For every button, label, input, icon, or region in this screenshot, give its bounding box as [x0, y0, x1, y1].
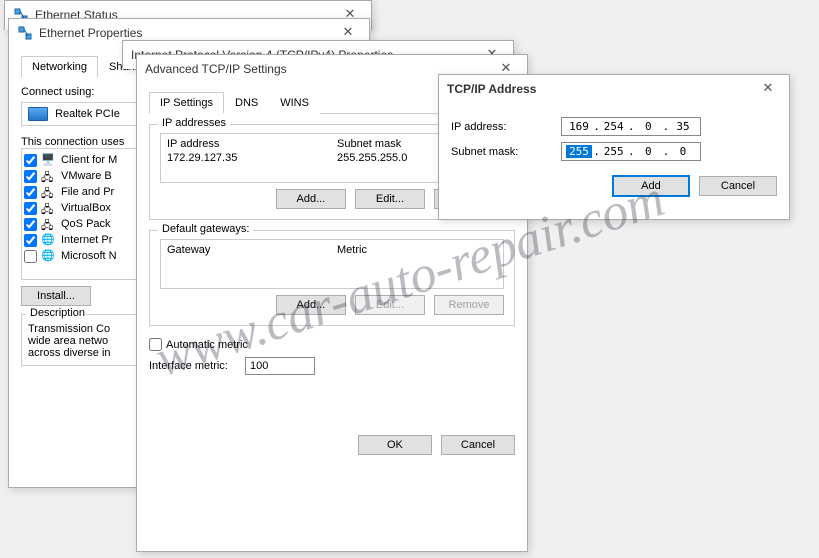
col-gw-header: Gateway [167, 244, 337, 256]
edit-gw-button: Edit... [355, 295, 425, 315]
service-icon: 🖧 [41, 201, 55, 215]
gateway-list[interactable]: Gateway Metric [160, 239, 504, 289]
checkbox[interactable] [24, 186, 37, 199]
client-icon: 🖥️ [41, 153, 55, 167]
service-icon: 🖧 [41, 185, 55, 199]
description-label: Description [26, 307, 86, 319]
checkbox[interactable] [24, 170, 37, 183]
subnet-mask-label: Subnet mask: [451, 146, 561, 158]
cell-ip: 172.29.127.35 [167, 152, 337, 164]
add-button[interactable]: Add [612, 175, 690, 197]
cancel-button[interactable]: Cancel [699, 176, 777, 196]
interface-metric-label: Interface metric: [149, 360, 245, 372]
auto-metric-checkbox[interactable] [149, 338, 162, 351]
add-gw-button[interactable]: Add... [276, 295, 346, 315]
edit-ip-button[interactable]: Edit... [355, 189, 425, 209]
install-button[interactable]: Install... [21, 286, 91, 306]
adapter-icon [28, 107, 48, 121]
interface-metric-input[interactable] [245, 357, 315, 375]
ip-address-input[interactable]: 169. 254. 0. 35 [561, 117, 701, 136]
service-icon: 🖧 [41, 169, 55, 183]
ip-address-label: IP address: [451, 121, 561, 133]
col-ip-header: IP address [167, 138, 337, 150]
checkbox[interactable] [24, 154, 37, 167]
window-title: Ethernet Properties [39, 26, 142, 40]
tab-wins[interactable]: WINS [269, 92, 320, 114]
tab-networking[interactable]: Networking [21, 56, 98, 78]
checkbox[interactable] [24, 250, 37, 263]
auto-metric-label: Automatic metric [166, 339, 248, 351]
add-ip-button[interactable]: Add... [276, 189, 346, 209]
service-icon: 🖧 [41, 217, 55, 231]
group-label: Default gateways: [158, 223, 253, 235]
remove-gw-button: Remove [434, 295, 504, 315]
protocol-icon: 🌐 [41, 233, 55, 247]
window-title: Advanced TCP/IP Settings [145, 62, 287, 76]
col-metric-header: Metric [337, 244, 497, 256]
subnet-mask-input[interactable]: 255. 255. 0. 0 [561, 142, 701, 161]
group-label: IP addresses [158, 117, 230, 129]
tab-ip-settings[interactable]: IP Settings [149, 92, 224, 114]
ok-button[interactable]: OK [358, 435, 432, 455]
adapter-name: Realtek PCIe [55, 108, 120, 120]
network-icon [17, 25, 33, 41]
checkbox[interactable] [24, 234, 37, 247]
checkbox[interactable] [24, 218, 37, 231]
checkbox[interactable] [24, 202, 37, 215]
tcpip-address-dialog: TCP/IP Address ✕ IP address: 169. 254. 0… [438, 74, 790, 220]
dialog-title: TCP/IP Address [447, 82, 536, 96]
cancel-button[interactable]: Cancel [441, 435, 515, 455]
close-icon[interactable]: ✕ [753, 77, 783, 99]
gateways-group: Default gateways: Gateway Metric Add... … [149, 230, 515, 326]
tab-dns[interactable]: DNS [224, 92, 269, 114]
protocol-icon: 🌐 [41, 249, 55, 263]
